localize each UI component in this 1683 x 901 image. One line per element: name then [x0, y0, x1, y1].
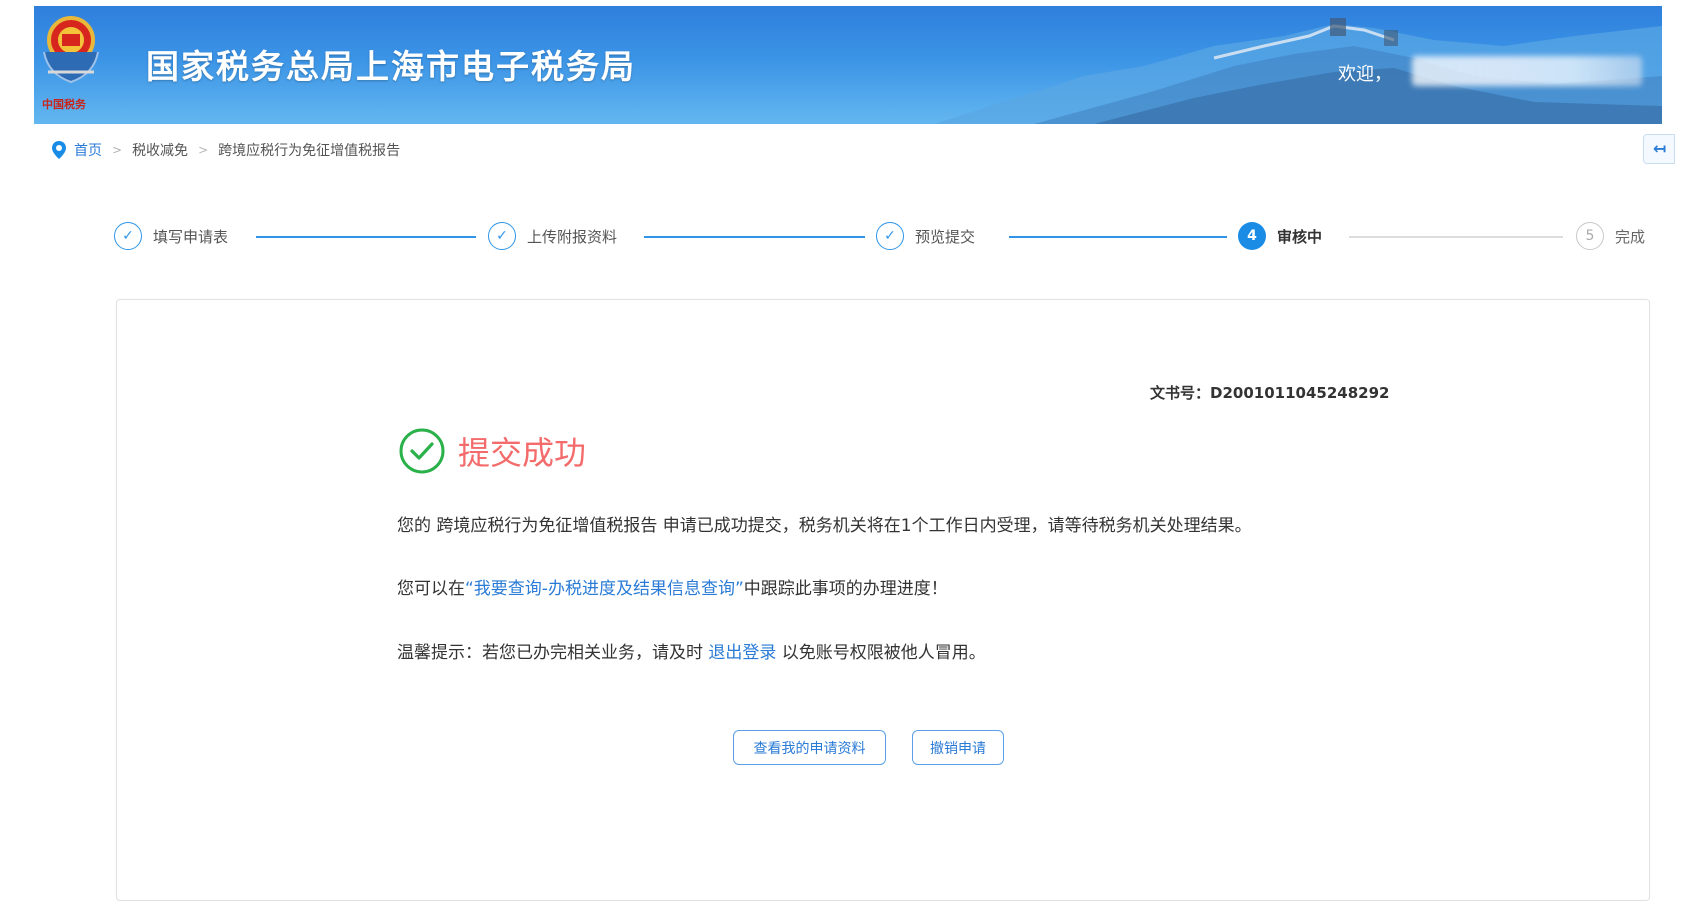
breadcrumb-item-tax-relief[interactable]: 税收减免 — [132, 140, 188, 160]
breadcrumb: 首页 > 税收减免 > 跨境应税行为免征增值税报告 — [52, 140, 400, 160]
header-banner: 中国税务 国家税务总局上海市电子税务局 欢迎， — [34, 6, 1662, 124]
check-icon: ✓ — [488, 222, 516, 250]
progress-query-link[interactable]: “我要查询-办税进度及结果信息查询” — [465, 579, 744, 599]
step-number: 5 — [1576, 222, 1604, 250]
step-label: 完成 — [1615, 227, 1646, 246]
tracking-prefix: 您可以在 — [397, 579, 465, 599]
step-connector — [1349, 236, 1563, 238]
svg-text:中国税务: 中国税务 — [42, 97, 87, 111]
success-check-icon — [399, 428, 445, 474]
security-tip: 温馨提示：若您已办完相关业务，请及时 退出登录 以免账号权限被他人冒用。 — [397, 638, 986, 663]
breadcrumb-item-current: 跨境应税行为免征增值税报告 — [218, 143, 401, 159]
step-complete: 5 完成 — [1576, 222, 1645, 250]
document-number: 文书号：D2001011045248292 — [1150, 382, 1389, 403]
step-preview-submit: ✓ 预览提交 — [876, 222, 975, 250]
step-label: 审核中 — [1277, 227, 1323, 246]
step-number: 4 — [1238, 222, 1266, 250]
success-header: 提交成功 — [398, 427, 586, 475]
step-connector — [644, 236, 865, 238]
back-button[interactable]: ↤ — [1643, 134, 1675, 164]
view-application-button[interactable]: 查看我的申请资料 — [733, 730, 886, 765]
welcome-text: 欢迎， — [1338, 64, 1392, 85]
step-connector — [1009, 236, 1227, 238]
message-suffix: 申请已成功提交，税务机关将在1个工作日内受理，请等待税务机关处理结果。 — [657, 516, 1252, 536]
check-icon: ✓ — [114, 222, 142, 250]
tip-prefix: 温馨提示：若您已办完相关业务，请及时 — [397, 643, 709, 663]
step-label: 上传附报资料 — [527, 227, 618, 246]
success-title: 提交成功 — [458, 434, 587, 472]
logout-link[interactable]: 退出登录 — [708, 643, 776, 663]
document-number-label: 文书号： — [1150, 384, 1211, 402]
check-icon: ✓ — [876, 222, 904, 250]
step-label: 填写申请表 — [153, 227, 229, 246]
step-upload-attachments: ✓ 上传附报资料 — [488, 222, 617, 250]
step-connector — [256, 236, 476, 238]
submission-message: 您的 跨境应税行为免征增值税报告 申请已成功提交，税务机关将在1个工作日内受理，… — [397, 511, 1252, 536]
breadcrumb-home-link[interactable]: 首页 — [74, 140, 102, 160]
step-label: 预览提交 — [915, 227, 976, 246]
tracking-suffix: 中跟踪此事项的办理进度！ — [743, 579, 948, 599]
breadcrumb-separator: > — [112, 143, 123, 157]
breadcrumb-separator: > — [198, 143, 209, 157]
result-card — [116, 299, 1650, 901]
step-under-review: 4 审核中 — [1238, 222, 1322, 250]
revoke-application-button[interactable]: 撤销申请 — [912, 730, 1004, 765]
report-name: 跨境应税行为免征增值税报告 — [436, 516, 658, 536]
step-fill-form: ✓ 填写申请表 — [114, 222, 228, 250]
location-pin-icon — [52, 141, 66, 159]
user-name-blurred — [1412, 56, 1642, 86]
message-prefix: 您的 — [397, 516, 437, 536]
document-number-value: D2001011045248292 — [1210, 384, 1390, 402]
step-progress: ✓ 填写申请表 ✓ 上传附报资料 ✓ 预览提交 4 审核中 5 完成 — [114, 222, 1645, 252]
national-emblem-icon: 中国税务 — [42, 16, 99, 111]
site-title: 国家税务总局上海市电子税务局 — [146, 47, 636, 86]
tip-suffix: 以免账号权限被他人冒用。 — [776, 643, 986, 663]
back-arrow-icon: ↤ — [1653, 139, 1667, 158]
tracking-message: 您可以在“我要查询-办税进度及结果信息查询”中跟踪此事项的办理进度！ — [397, 574, 948, 599]
